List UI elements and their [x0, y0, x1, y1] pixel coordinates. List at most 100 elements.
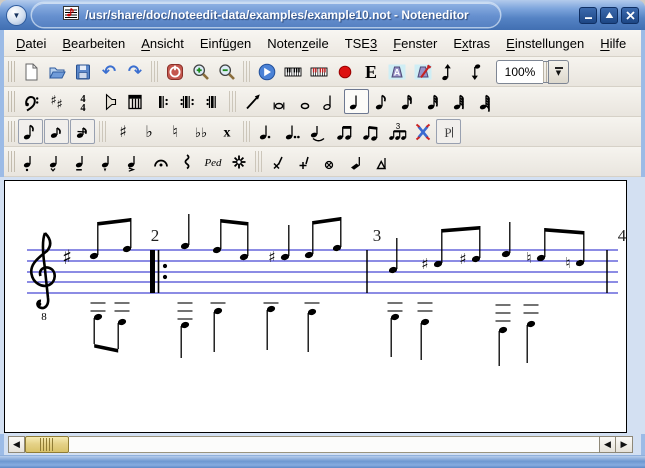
duration-eighth-button[interactable] — [370, 89, 395, 114]
repeat-open-button[interactable] — [148, 89, 173, 114]
duration-half-button[interactable] — [318, 89, 343, 114]
maximize-button[interactable] — [600, 7, 618, 24]
sharp-button[interactable]: ♯ — [110, 119, 135, 144]
triplet-button[interactable]: 3 — [384, 119, 409, 144]
duration-64th-button[interactable] — [448, 89, 473, 114]
pedal-on-button[interactable]: Ped — [200, 149, 225, 174]
double-dot-button[interactable] — [280, 119, 305, 144]
svg-text:P: P — [444, 125, 451, 140]
stop-playback-button[interactable] — [162, 59, 187, 84]
duration-breve-button[interactable] — [266, 89, 291, 114]
minimize-button[interactable] — [579, 7, 597, 24]
staccatissimo-button[interactable] — [96, 149, 121, 174]
zoom-value-field[interactable]: 100% — [496, 60, 543, 84]
notehead-circle-x-button[interactable] — [318, 149, 343, 174]
menu-einstellungen[interactable]: Einstellungen — [498, 34, 592, 53]
midi-output-button[interactable] — [96, 89, 121, 114]
grace-eighth-toggle[interactable] — [18, 119, 43, 144]
staccato-button[interactable] — [18, 149, 43, 174]
duration-whole-button[interactable] — [292, 89, 317, 114]
transpose-up-button[interactable] — [436, 59, 461, 84]
transpose-up-icon — [439, 62, 459, 82]
menu-ansicht[interactable]: Ansicht — [133, 34, 192, 53]
svg-text:↷: ↷ — [127, 62, 141, 82]
arpeggio-button[interactable] — [174, 149, 199, 174]
break-beam-button[interactable] — [410, 119, 435, 144]
zoom-in-button[interactable] — [188, 59, 213, 84]
duration-16th-button[interactable] — [396, 89, 421, 114]
repeat-close-button[interactable] — [200, 89, 225, 114]
menu-einfgen[interactable]: Einfügen — [192, 34, 259, 53]
text-tool-button[interactable]: A — [384, 59, 409, 84]
toolbar-handle[interactable] — [8, 61, 15, 82]
notehead-slash-button[interactable] — [344, 149, 369, 174]
midi-keyboard-insert-button[interactable] — [306, 59, 331, 84]
toolbar-handle[interactable] — [8, 151, 15, 172]
double-sharp-button[interactable]: x — [214, 119, 239, 144]
fermata-button[interactable] — [148, 149, 173, 174]
toolbar-handle[interactable] — [8, 91, 15, 112]
staff-manager-button[interactable] — [122, 89, 147, 114]
save-file-button[interactable] — [70, 59, 95, 84]
menu-hilfe[interactable]: Hilfe — [592, 34, 634, 53]
toolbar-handle[interactable] — [8, 121, 15, 142]
beam-flip-button[interactable] — [358, 119, 383, 144]
new-file-button[interactable] — [18, 59, 43, 84]
open-file-button[interactable] — [44, 59, 69, 84]
play-button[interactable] — [254, 59, 279, 84]
duration-128th-button[interactable] — [474, 89, 499, 114]
scroll-left-button[interactable]: ◀ — [8, 436, 25, 453]
scroll-step-right-button[interactable]: ▶ — [616, 436, 633, 453]
close-button[interactable] — [621, 7, 639, 24]
window-menu-button[interactable]: ▼ — [6, 5, 27, 26]
midi-keyboard-button[interactable] — [280, 59, 305, 84]
zoom-out-button[interactable] — [214, 59, 239, 84]
text-edit-button[interactable] — [410, 59, 435, 84]
grace-slash-toggle[interactable] — [70, 119, 95, 144]
duration-quarter-button[interactable] — [344, 89, 369, 114]
menu-datei[interactable]: Datei — [8, 34, 54, 53]
repeat-both-button[interactable] — [174, 89, 199, 114]
svg-text:3: 3 — [373, 226, 382, 245]
redo-button[interactable]: ↷ — [122, 59, 147, 84]
zoom-dropdown-button[interactable]: ▼ — [548, 60, 569, 84]
window-title: /usr/share/doc/noteedit-data/examples/ex… — [85, 8, 468, 22]
menu-tse3[interactable]: TSE3 — [337, 34, 386, 53]
score-canvas[interactable]: 8♯ 234♯♯♯♮♮ — [4, 180, 627, 433]
natural-button[interactable]: ♮ — [162, 119, 187, 144]
undo-button[interactable]: ↶ — [96, 59, 121, 84]
grace-note-toggle[interactable] — [44, 119, 69, 144]
redo-icon: ↷ — [125, 62, 145, 82]
menu-extras[interactable]: Extras — [445, 34, 498, 53]
transpose-down-button[interactable] — [462, 59, 487, 84]
svg-text:♯: ♯ — [119, 122, 127, 141]
edit-mode-button[interactable] — [240, 89, 265, 114]
pedal-off-button[interactable] — [226, 149, 251, 174]
marcato-button[interactable] — [44, 149, 69, 174]
chord-mode-toggle[interactable]: P — [436, 119, 461, 144]
svg-text:3: 3 — [395, 122, 400, 131]
clef-button[interactable] — [18, 89, 43, 114]
notehead-cross-button[interactable] — [292, 149, 317, 174]
key-signature-button[interactable]: ♯♯ — [44, 89, 69, 114]
tie-button[interactable] — [306, 119, 331, 144]
dot-button[interactable] — [254, 119, 279, 144]
notehead-triangle-button[interactable] — [370, 149, 395, 174]
scroll-step-left-button[interactable]: ◀ — [599, 436, 616, 453]
record-button[interactable] — [332, 59, 357, 84]
scrollbar-track[interactable] — [69, 436, 599, 453]
menu-notenzeile[interactable]: Notenzeile — [259, 34, 336, 53]
beam-button[interactable] — [332, 119, 357, 144]
flat-button[interactable]: ♭ — [136, 119, 161, 144]
menu-bearbeiten[interactable]: Bearbeiten — [54, 34, 133, 53]
tenuto-button[interactable] — [70, 149, 95, 174]
accent-button[interactable] — [122, 149, 147, 174]
scrollbar-thumb[interactable] — [25, 436, 69, 453]
notehead-x-button[interactable] — [266, 149, 291, 174]
menu-fenster[interactable]: Fenster — [385, 34, 445, 53]
time-signature-button[interactable]: 44 — [70, 89, 95, 114]
double-flat-button[interactable]: ♭♭ — [188, 119, 213, 144]
duration-32nd-button[interactable] — [422, 89, 447, 114]
export-button[interactable]: E — [358, 59, 383, 84]
title-pill: /usr/share/doc/noteedit-data/examples/ex… — [32, 3, 500, 27]
